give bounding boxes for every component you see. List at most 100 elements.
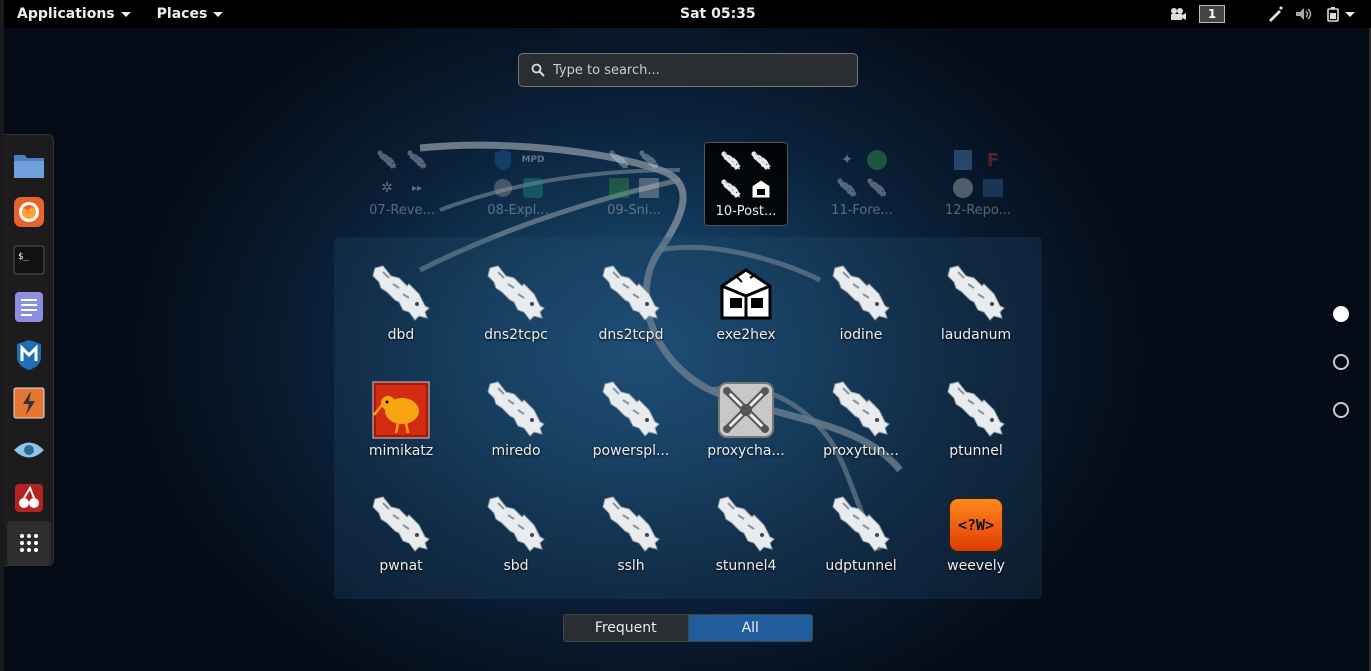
dash: $_ bbox=[4, 134, 54, 566]
app-sbd[interactable]: sbd bbox=[466, 493, 566, 593]
chevron-down-icon bbox=[213, 11, 224, 17]
dash-item-files[interactable] bbox=[9, 141, 49, 189]
places-label: Places bbox=[156, 6, 208, 22]
app-weevely[interactable]: <?W> weevely bbox=[926, 493, 1026, 593]
system-tray: 1 bbox=[1169, 0, 1355, 28]
folder-10-post-exploitation[interactable]: 10-Post... bbox=[704, 142, 788, 226]
dash-item-metasploit[interactable] bbox=[9, 331, 49, 379]
app-label: weevely bbox=[947, 558, 1005, 574]
folder-11-forensics[interactable]: ✦ 11-Fore... bbox=[820, 142, 904, 226]
kali-dragon-icon bbox=[638, 149, 660, 171]
dash-item-maltego[interactable] bbox=[9, 426, 49, 474]
dash-item-text-editor[interactable] bbox=[9, 284, 49, 332]
app-dns2tcpd[interactable]: dns2tcpd bbox=[581, 262, 681, 362]
armitage-icon bbox=[523, 178, 543, 198]
kali-dragon-icon bbox=[599, 378, 663, 442]
places-menu-button[interactable]: Places bbox=[144, 0, 237, 28]
folder-preview: F bbox=[950, 148, 1006, 200]
page-indicator-2[interactable] bbox=[1333, 354, 1349, 370]
app-ptunnel[interactable]: ptunnel bbox=[926, 378, 1026, 478]
app-udptunnel[interactable]: udptunnel bbox=[811, 493, 911, 593]
kali-dragon-icon bbox=[484, 378, 548, 442]
app-label: sslh bbox=[617, 558, 645, 574]
clock[interactable]: Sat 05:35 bbox=[680, 6, 756, 22]
folder-preview bbox=[718, 149, 774, 201]
power-menu-button[interactable] bbox=[1325, 6, 1355, 22]
workspace-indicator[interactable]: 1 bbox=[1199, 5, 1225, 23]
kali-dragon-icon bbox=[944, 378, 1008, 442]
app-label: iodine bbox=[839, 327, 883, 343]
folder-12-reporting[interactable]: F 12-Repo... bbox=[936, 142, 1020, 226]
app-exe2hex[interactable]: exe2hex bbox=[696, 262, 796, 362]
dash-item-cherrytree[interactable] bbox=[9, 474, 49, 522]
eye-icon bbox=[13, 442, 44, 458]
exe2hex-icon bbox=[751, 179, 771, 199]
app-icon bbox=[983, 179, 1003, 197]
app-label: pwnat bbox=[379, 558, 423, 574]
app-dns2tcpc[interactable]: dns2tcpc bbox=[466, 262, 566, 362]
app-label: miredo bbox=[491, 443, 541, 459]
kali-dragon-icon bbox=[829, 262, 893, 326]
search-box[interactable] bbox=[518, 53, 858, 87]
app-pwnat[interactable]: pwnat bbox=[351, 493, 451, 593]
folder-label: 12-Repo... bbox=[944, 203, 1012, 218]
folder-label: 07-Reve... bbox=[369, 203, 435, 218]
app-label: stunnel4 bbox=[715, 558, 777, 574]
page-indicator-3[interactable] bbox=[1333, 402, 1349, 418]
kali-dragon-icon bbox=[369, 262, 433, 326]
volume-icon[interactable] bbox=[1295, 7, 1313, 21]
burpsuite-icon bbox=[13, 387, 44, 418]
search-icon bbox=[531, 63, 545, 77]
app-sslh[interactable]: sslh bbox=[581, 493, 681, 593]
weevely-icon: <?W> bbox=[948, 497, 1004, 553]
app-label: proxycha... bbox=[707, 443, 785, 459]
kali-dragon-icon bbox=[599, 493, 663, 557]
app-powersploit[interactable]: powerspl... bbox=[581, 378, 681, 478]
applications-menu-button[interactable]: Applications bbox=[4, 0, 144, 28]
kali-dragon-icon bbox=[944, 262, 1008, 326]
frequent-button[interactable]: Frequent bbox=[564, 615, 689, 641]
app-proxytunnel[interactable]: proxytun... bbox=[811, 378, 911, 478]
search-input[interactable] bbox=[553, 62, 833, 78]
firefox-icon bbox=[13, 197, 44, 228]
all-button[interactable]: All bbox=[688, 615, 812, 641]
dash-item-burpsuite[interactable] bbox=[9, 379, 49, 427]
folder-label: 10-Post... bbox=[715, 204, 777, 219]
app-icon bbox=[639, 178, 659, 198]
app-grid-icon bbox=[19, 534, 38, 553]
gear-icon: ✲ bbox=[381, 180, 393, 196]
kali-dragon-icon bbox=[406, 149, 428, 171]
kali-dragon-icon bbox=[369, 493, 433, 557]
kali-dragon-icon bbox=[866, 177, 888, 199]
dash-item-terminal[interactable]: $_ bbox=[9, 236, 49, 284]
msf-icon: MPD bbox=[521, 155, 545, 165]
folder-08-exploitation[interactable]: MPD 08-Expl... bbox=[476, 142, 560, 226]
kali-dragon-icon bbox=[720, 178, 742, 200]
chevron-down-icon bbox=[120, 11, 131, 17]
battery-icon bbox=[1327, 7, 1339, 22]
app-folders-row: ✲ ▸▸ 07-Reve... MPD 08-Expl... 09-Sni...… bbox=[360, 142, 1040, 226]
folder-09-sniffing[interactable]: 09-Sni... bbox=[592, 142, 676, 226]
faraday-icon: F bbox=[986, 149, 1000, 171]
app-label: exe2hex bbox=[716, 327, 776, 343]
app-label: sbd bbox=[503, 558, 529, 574]
app-proxychains[interactable]: proxycha... bbox=[696, 378, 796, 478]
app-label: powerspl... bbox=[592, 443, 670, 459]
pen-icon[interactable] bbox=[1267, 6, 1283, 22]
app-iodine[interactable]: iodine bbox=[811, 262, 911, 362]
folder-07-reverse-engineering[interactable]: ✲ ▸▸ 07-Reve... bbox=[360, 142, 444, 226]
page-indicator-1[interactable] bbox=[1333, 306, 1349, 322]
folder-preview bbox=[606, 148, 662, 200]
show-applications-button[interactable] bbox=[6, 521, 51, 565]
applications-label: Applications bbox=[17, 6, 115, 22]
dash-item-firefox[interactable] bbox=[9, 189, 49, 237]
app-label: udptunnel bbox=[825, 558, 897, 574]
metasploit-icon bbox=[16, 339, 41, 370]
app-dbd[interactable]: dbd bbox=[351, 262, 451, 362]
app-label: dbd bbox=[387, 327, 415, 343]
app-laudanum[interactable]: laudanum bbox=[926, 262, 1026, 362]
app-stunnel4[interactable]: stunnel4 bbox=[696, 493, 796, 593]
app-mimikatz[interactable]: mimikatz bbox=[351, 378, 451, 478]
video-camera-icon[interactable] bbox=[1169, 7, 1187, 21]
app-miredo[interactable]: miredo bbox=[466, 378, 566, 478]
